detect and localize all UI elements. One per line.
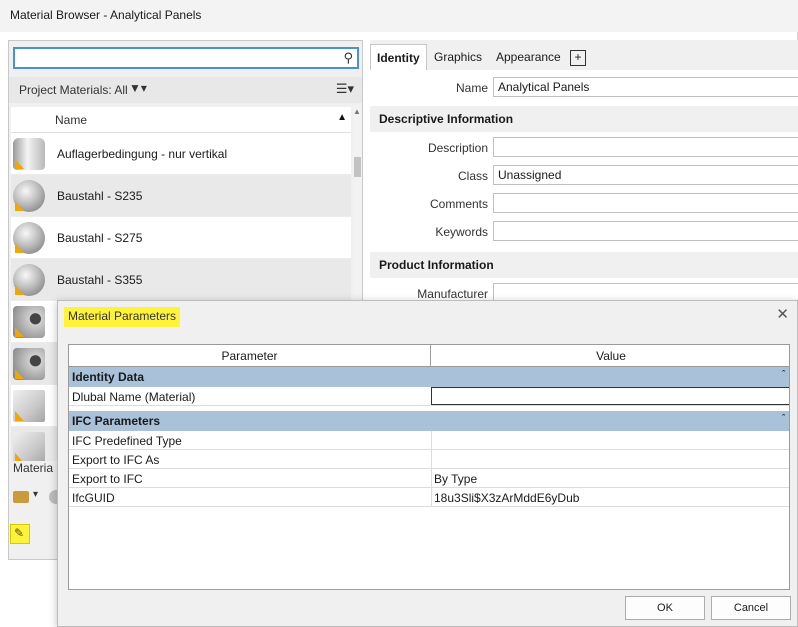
material-parameters-dialog: Material Parameters ✕ Parameter Value Id… [57, 300, 798, 627]
list-item[interactable]: Auflagerbedingung - nur vertikal [11, 133, 351, 175]
material-name: Baustahl - S355 [57, 273, 143, 287]
parameter-column-header[interactable]: Parameter [69, 345, 431, 367]
name-label: Name [455, 81, 488, 95]
search-input[interactable]: ⚲ [13, 47, 359, 69]
library-panel-label: Materia [13, 461, 54, 475]
scrollbar-thumb[interactable] [354, 157, 361, 177]
parameters-table-header: Parameter Value [69, 345, 789, 367]
parameters-table: Parameter Value Identity Data ˆ Dlubal N… [68, 344, 790, 590]
class-label: Class [457, 169, 488, 183]
name-field[interactable]: Analytical Panels [493, 77, 798, 97]
parameter-value-input[interactable] [431, 387, 789, 405]
group-identity-data[interactable]: Identity Data ˆ [69, 367, 789, 387]
sort-ascending-icon[interactable]: ▲ [337, 112, 347, 123]
list-item[interactable]: Baustahl - S275 [11, 217, 351, 259]
close-icon[interactable]: ✕ [776, 305, 789, 323]
collapse-icon[interactable]: ˆ [782, 413, 785, 423]
material-name: Baustahl - S235 [57, 189, 143, 203]
parameter-value[interactable]: 18u3Sli$X3zArMddE6yDub [431, 488, 789, 506]
ok-button[interactable]: OK [625, 596, 705, 620]
cancel-button[interactable]: Cancel [711, 596, 791, 620]
parameter-name: Export to IFC As [72, 453, 160, 467]
description-field[interactable] [493, 137, 798, 157]
group-name: Identity Data [72, 370, 145, 384]
table-row[interactable]: IfcGUID 18u3Sli$X3zArMddE6yDub [69, 488, 789, 507]
project-materials-filter-label[interactable]: Project Materials: All [19, 83, 128, 97]
add-tab-button[interactable]: + [570, 50, 586, 66]
dialog-title: Material Parameters [64, 307, 181, 327]
parameter-value[interactable] [431, 450, 789, 468]
description-label: Description [427, 141, 488, 155]
parameter-name: IFC Predefined Type [72, 434, 182, 448]
tab-identity[interactable]: Identity [370, 44, 427, 70]
parameter-name: IfcGUID [72, 491, 115, 505]
chevron-down-icon[interactable]: ▾ [33, 489, 38, 500]
library-folder-icon[interactable] [13, 491, 29, 503]
table-row[interactable]: IFC Predefined Type [69, 431, 789, 450]
name-column-header[interactable]: Name [55, 113, 87, 127]
table-row[interactable]: Dlubal Name (Material) [69, 387, 789, 406]
search-icon[interactable]: ⚲ [343, 50, 353, 66]
group-name: IFC Parameters [72, 414, 161, 428]
list-item[interactable]: Baustahl - S355 [11, 259, 351, 301]
filter-row: Project Materials: All ▼▾ ☰▾ [9, 77, 362, 103]
material-name: Auflagerbedingung - nur vertikal [57, 147, 228, 161]
table-row[interactable]: Export to IFC As [69, 450, 789, 469]
parameter-value[interactable] [431, 431, 789, 449]
list-view-icon[interactable]: ☰▾ [336, 81, 354, 97]
table-row[interactable]: Export to IFC By Type [69, 469, 789, 488]
descriptive-information-section[interactable]: Descriptive Information [370, 106, 798, 132]
keywords-label: Keywords [435, 225, 488, 239]
tab-graphics[interactable]: Graphics [428, 44, 488, 70]
edit-params-icon[interactable]: ✎ [10, 524, 30, 544]
list-item[interactable]: Baustahl - S235 [11, 175, 351, 217]
parameter-value[interactable]: By Type [431, 469, 789, 487]
manufacturer-label: Manufacturer [417, 287, 488, 301]
title-bar: Material Browser - Analytical Panels [0, 0, 798, 32]
comments-field[interactable] [493, 193, 798, 213]
value-column-header[interactable]: Value [431, 345, 789, 367]
material-name: Baustahl - S275 [57, 231, 143, 245]
class-field[interactable]: Unassigned [493, 165, 798, 185]
scroll-up-icon[interactable]: ▲ [353, 107, 361, 116]
keywords-field[interactable] [493, 221, 798, 241]
comments-label: Comments [429, 197, 488, 211]
group-ifc-parameters[interactable]: IFC Parameters ˆ [69, 411, 789, 431]
collapse-icon[interactable]: ˆ [782, 369, 785, 379]
parameter-name: Export to IFC [72, 472, 143, 486]
filter-icon[interactable]: ▼▾ [129, 81, 147, 95]
window-title: Material Browser - Analytical Panels [10, 8, 202, 22]
list-header[interactable]: Name ▲ [11, 107, 351, 133]
parameter-name: Dlubal Name (Material) [72, 390, 196, 404]
tab-appearance[interactable]: Appearance [490, 44, 567, 70]
product-information-section[interactable]: Product Information [370, 252, 798, 278]
